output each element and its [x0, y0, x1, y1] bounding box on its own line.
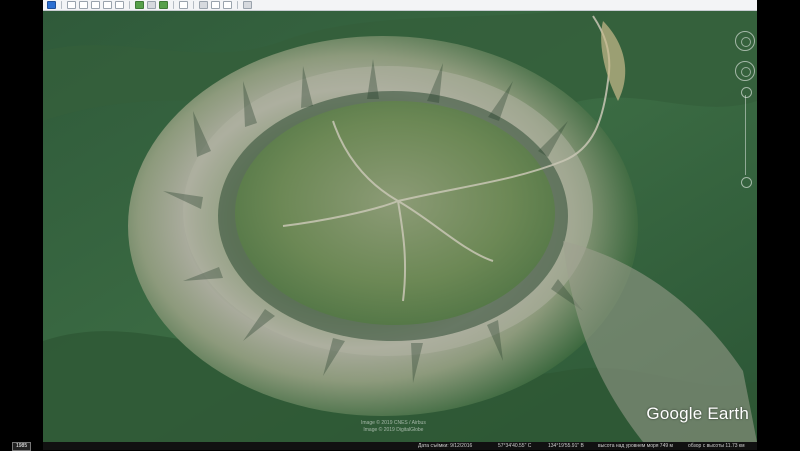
email-icon[interactable]: [199, 1, 208, 9]
sidebar-icon[interactable]: [47, 1, 56, 9]
record-tour-icon[interactable]: [115, 1, 124, 9]
toolbar: [43, 0, 757, 11]
planet-icon[interactable]: [159, 1, 168, 9]
zoom-out-icon[interactable]: [741, 177, 752, 188]
toolbar-separator: [173, 1, 174, 9]
clock-icon[interactable]: [135, 1, 144, 9]
image-overlay-icon[interactable]: [103, 1, 112, 9]
toolbar-separator: [129, 1, 130, 9]
latitude-readout: 57°34'40.55" С: [498, 443, 532, 449]
maps-icon[interactable]: [243, 1, 252, 9]
eye-altitude-readout: обзор с высоты 11.73 км: [688, 443, 745, 449]
polygon-icon[interactable]: [79, 1, 88, 9]
placemark-icon[interactable]: [67, 1, 76, 9]
toolbar-separator: [61, 1, 62, 9]
google-earth-window: Image © 2019 CNES / Airbus Image © 2019 …: [43, 0, 757, 450]
toolbar-separator: [193, 1, 194, 9]
longitude-readout: 134°19'55.91" В: [548, 443, 584, 449]
elevation-readout: высота над уровнем моря 749 м: [598, 443, 673, 449]
zoom-slider[interactable]: [745, 95, 746, 175]
ruler-icon[interactable]: [179, 1, 188, 9]
north-indicator-icon[interactable]: [741, 37, 751, 47]
satellite-terrain-image[interactable]: [43, 11, 757, 442]
imagery-attribution: Image © 2019 CNES / Airbus Image © 2019 …: [361, 420, 426, 434]
earth-3d-view[interactable]: Image © 2019 CNES / Airbus Image © 2019 …: [43, 11, 757, 442]
attribution-line-2: Image © 2019 DigitalGlobe: [363, 427, 424, 433]
toolbar-separator: [237, 1, 238, 9]
look-joystick-icon[interactable]: [735, 61, 755, 81]
compass-ring-icon[interactable]: [735, 31, 755, 51]
save-image-icon[interactable]: [223, 1, 232, 9]
google-earth-logo: Google Earth: [646, 404, 749, 423]
path-icon[interactable]: [91, 1, 100, 9]
print-icon[interactable]: [211, 1, 220, 9]
sun-icon[interactable]: [147, 1, 156, 9]
look-center-icon[interactable]: [741, 67, 751, 77]
zoom-in-icon[interactable]: [741, 87, 752, 98]
attribution-line-1: Image © 2019 CNES / Airbus: [361, 420, 426, 426]
status-bar: Дата съёмки: 9/12/2016 57°34'40.55" С 13…: [43, 442, 757, 450]
imagery-date: Дата съёмки: 9/12/2016: [418, 443, 473, 449]
